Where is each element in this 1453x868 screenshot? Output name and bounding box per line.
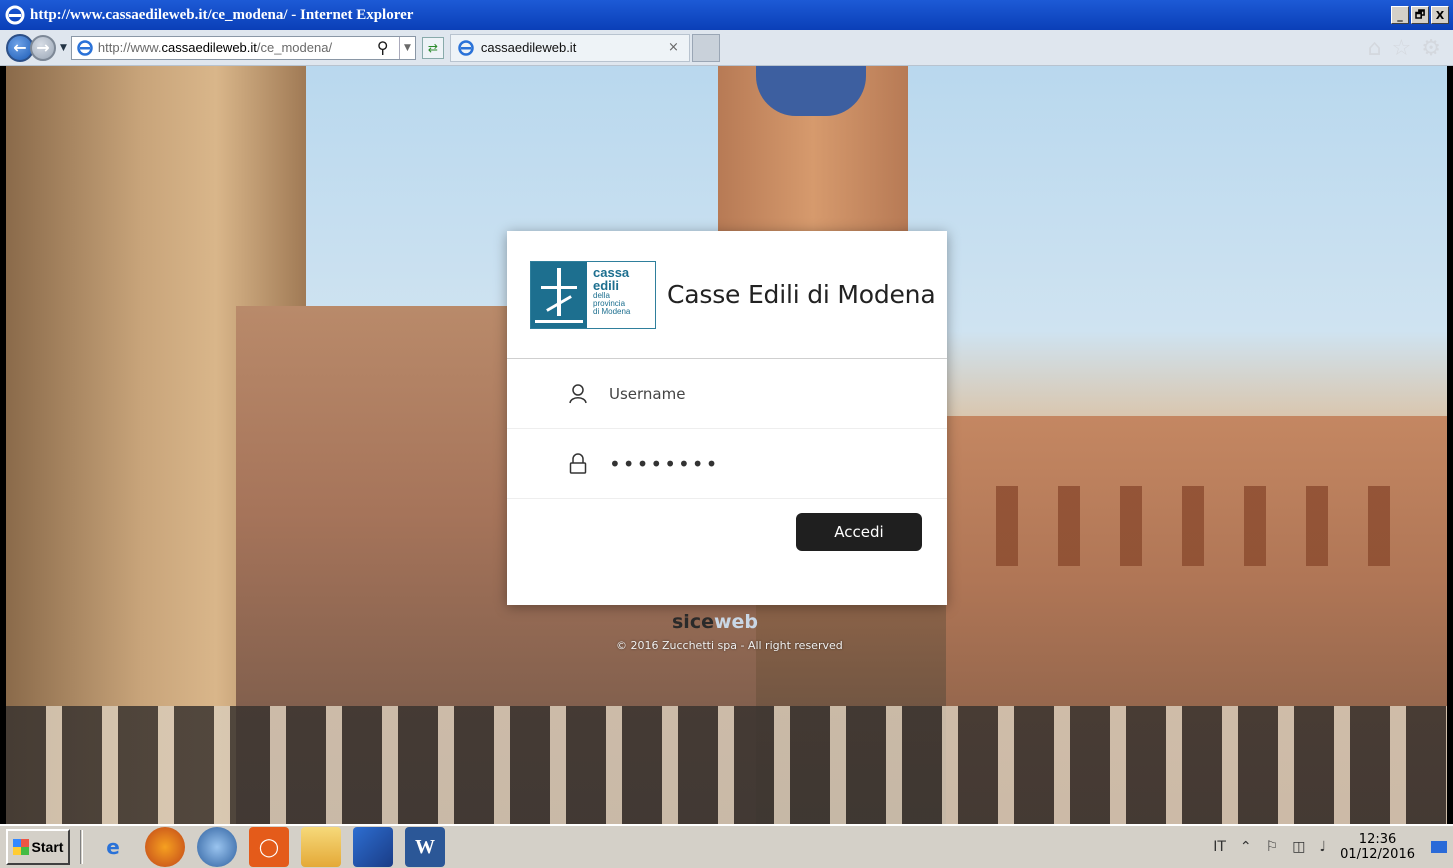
username-row <box>507 359 947 429</box>
address-path: /ce_modena/ <box>256 40 333 55</box>
username-input[interactable] <box>609 384 909 403</box>
system-tray: IT ⌃ ⚐ ◫ ♩ 12:36 01/12/2016 <box>1213 826 1453 868</box>
user-icon <box>569 383 587 403</box>
back-arrow-icon: ← <box>13 38 27 57</box>
start-button[interactable]: Start <box>6 829 70 865</box>
refresh-arrows-icon: ⇄ <box>427 40 438 55</box>
ie-favicon-icon <box>77 39 93 56</box>
address-bar[interactable]: http://www. cassaedileweb.it/ce_modena/ ⚲… <box>70 35 416 60</box>
taskbar-separator <box>80 830 83 864</box>
window-controls: _ 🗗 X <box>1391 6 1449 24</box>
volume-icon[interactable]: ♩ <box>1319 839 1326 855</box>
brand-part-1: sice <box>672 611 714 633</box>
close-button[interactable]: X <box>1431 6 1449 24</box>
network-icon[interactable]: ◫ <box>1292 839 1305 855</box>
login-card: cassa edili della provincia di Modena Ca… <box>507 231 947 605</box>
home-icon[interactable]: ⌂ <box>1368 36 1382 61</box>
favorites-star-icon[interactable]: ☆ <box>1392 36 1412 61</box>
start-label: Start <box>31 839 64 855</box>
browser-toolbar-right: ⌂ ☆ ⚙ <box>1368 36 1441 61</box>
settings-gear-icon[interactable]: ⚙ <box>1421 36 1441 61</box>
address-prefix: http://www. <box>97 40 162 55</box>
password-row <box>507 429 947 499</box>
taskbar-thunderbird-icon[interactable] <box>197 827 237 867</box>
tab-title: cassaedileweb.it <box>480 40 577 55</box>
forward-arrow-icon: → <box>36 38 50 57</box>
tray-expand-icon[interactable]: ⌃ <box>1240 839 1252 855</box>
password-input[interactable] <box>609 451 909 476</box>
window-title: http://www.cassaedileweb.it/ce_modena/ -… <box>30 7 414 23</box>
cassa-edili-logo: cassa edili della provincia di Modena <box>530 260 656 329</box>
clock-time: 12:36 <box>1358 832 1397 847</box>
new-tab-button[interactable] <box>691 33 720 62</box>
language-indicator[interactable]: IT <box>1213 839 1226 855</box>
tab-cassaedileweb[interactable]: cassaedileweb.it × <box>449 33 690 62</box>
browser-navbar: ← → ▼ http://www. cassaedileweb.it/ce_mod… <box>0 30 1453 66</box>
window-titlebar: http://www.cassaedileweb.it/ce_modena/ -… <box>0 0 1453 30</box>
windows-flag-icon <box>12 839 29 855</box>
compat-refresh-button[interactable]: ⇄ <box>421 36 444 59</box>
taskbar-ie-icon[interactable]: e <box>93 827 133 867</box>
address-host: cassaedileweb.it <box>161 40 257 55</box>
maximize-button[interactable]: 🗗 <box>1411 6 1429 24</box>
brand-part-2: web <box>713 611 759 633</box>
taskbar-media-player-icon[interactable]: ◯ <box>249 827 289 867</box>
clock-date: 01/12/2016 <box>1340 847 1415 862</box>
search-icon[interactable]: ⚲ <box>377 38 399 57</box>
history-dropdown-icon[interactable]: ▼ <box>60 43 67 53</box>
taskbar-explorer-folder-icon[interactable] <box>301 827 341 867</box>
login-title: Casse Edili di Modena <box>667 280 936 309</box>
forward-button[interactable]: → <box>30 34 56 61</box>
show-desktop-button[interactable] <box>1431 841 1447 853</box>
ie-logo-icon <box>5 5 25 25</box>
tab-close-icon[interactable]: × <box>668 40 679 55</box>
taskbar-remote-desktop-icon[interactable] <box>353 827 393 867</box>
copyright-text: © 2016 Zucchetti spa - All right reserve… <box>616 639 843 652</box>
bg-arcades <box>6 706 1447 824</box>
login-header: cassa edili della provincia di Modena Ca… <box>507 231 947 359</box>
address-dropdown-icon[interactable]: ▼ <box>398 36 415 59</box>
clock[interactable]: 12:36 01/12/2016 <box>1340 832 1415 862</box>
lock-icon <box>569 452 587 474</box>
taskbar-firefox-icon[interactable] <box>145 827 185 867</box>
bg-right-windows <box>956 486 1426 566</box>
taskbar-word-icon[interactable]: W <box>405 827 445 867</box>
login-footer: Accedi <box>507 499 947 589</box>
windows-taskbar: Start e ◯ W IT ⌃ ⚐ ◫ ♩ 12:36 01/12/2016 <box>0 824 1453 868</box>
logo-emblem-icon <box>531 261 587 328</box>
action-center-flag-icon[interactable]: ⚐ <box>1266 839 1279 855</box>
logo-text: cassa edili della provincia di Modena <box>593 264 631 316</box>
minimize-button[interactable]: _ <box>1391 6 1409 24</box>
accedi-button[interactable]: Accedi <box>796 513 922 551</box>
sicweb-brand-logo: siceweb <box>672 611 758 633</box>
tab-ie-favicon-icon <box>458 39 474 56</box>
